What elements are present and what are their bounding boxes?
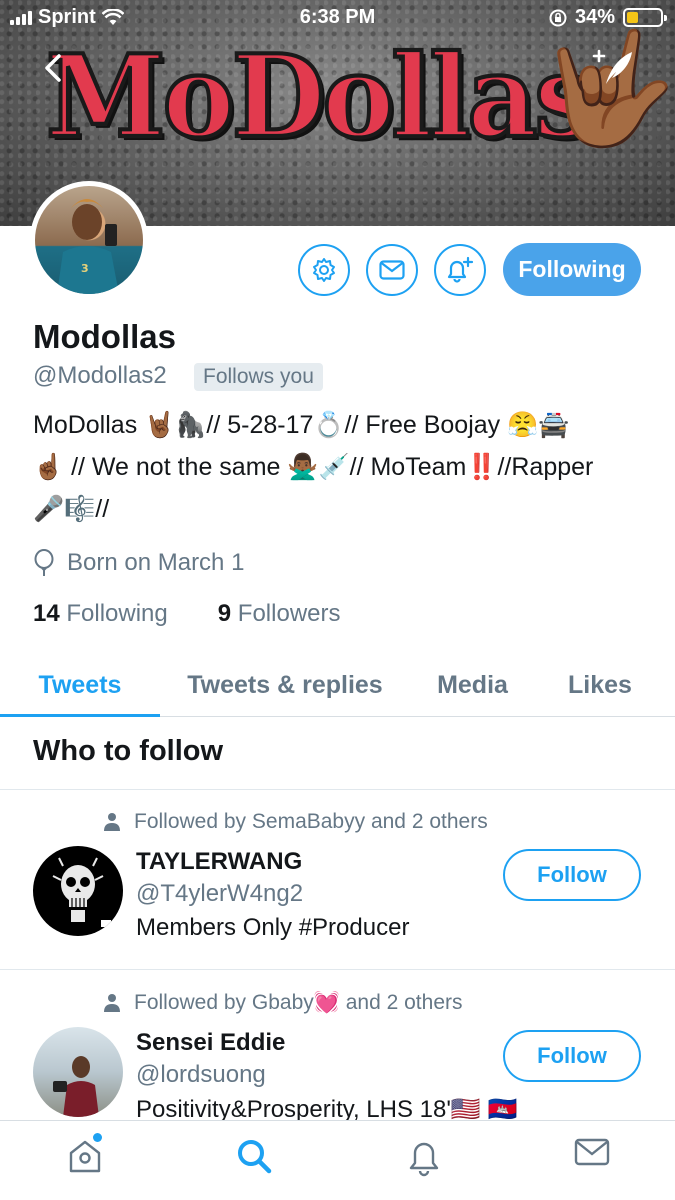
search-icon	[238, 1140, 272, 1174]
birthday-text: Born on March 1	[67, 549, 245, 576]
mail-icon	[574, 1138, 610, 1166]
who-to-follow-title: Who to follow	[33, 735, 224, 767]
nav-search[interactable]	[235, 1137, 273, 1180]
back-button[interactable]	[44, 50, 62, 93]
balloon-icon	[34, 549, 54, 576]
nav-notifications[interactable]	[405, 1137, 443, 1182]
nav-messages[interactable]	[574, 1137, 610, 1172]
profile-settings-button[interactable]	[298, 244, 350, 296]
following-label: Following	[66, 600, 168, 627]
gear-icon	[313, 258, 335, 282]
tab-likes[interactable]: Likes	[535, 655, 665, 716]
bio-line: MoDollas 🤘🏾🦍// 5-28-17💍// Free Boojay 😤🚔	[33, 411, 570, 439]
profile-avatar[interactable]: 3	[30, 181, 148, 299]
home-icon	[69, 1140, 101, 1173]
suggestion-bio: Members Only #Producer	[136, 914, 410, 941]
followers-count: 9	[217, 600, 232, 627]
bio-line: 🎤🎼//	[33, 495, 110, 523]
suggestion-handle: @lordsuong	[136, 1061, 266, 1088]
divider	[0, 789, 675, 790]
tab-tweets-and-replies[interactable]: Tweets & replies	[160, 655, 410, 716]
nav-home[interactable]	[66, 1137, 104, 1180]
svg-text:3: 3	[81, 262, 89, 275]
skull-logo-avatar	[52, 857, 111, 927]
suggestion-name[interactable]: TAYLERWANG	[136, 848, 302, 876]
new-content-dot	[93, 1133, 102, 1142]
compose-tweet-button[interactable]	[592, 48, 636, 93]
battery-icon	[623, 8, 667, 27]
profile-name: Modollas	[33, 318, 177, 355]
social-context-text: Followed by SemaBabyy and 2 others	[134, 810, 488, 833]
suggestion-name[interactable]: Sensei Eddie	[136, 1029, 285, 1057]
direct-message-button[interactable]	[366, 244, 418, 296]
suggestion-handle: @T4ylerW4ng2	[136, 880, 304, 907]
mail-icon	[379, 260, 405, 280]
person-icon	[104, 813, 120, 831]
person-icon	[104, 994, 120, 1012]
compose-tweet-icon	[592, 49, 632, 84]
profile-tabs: Tweets Tweets & replies Media Likes	[0, 655, 675, 717]
followers-stat[interactable]: 9 Followers	[218, 600, 341, 628]
social-context-text: Followed by Gbaby💓 and 2 others	[134, 991, 463, 1014]
bottom-tab-bar	[0, 1120, 675, 1200]
birthday-row: Born on March 1	[33, 549, 244, 577]
follows-you-badge: Follows you	[194, 363, 323, 391]
suggestion-avatar[interactable]	[33, 1027, 123, 1117]
followers-label: Followers	[237, 600, 341, 627]
follow-button[interactable]: Follow	[503, 1030, 641, 1082]
tab-tweets[interactable]: Tweets	[0, 655, 160, 717]
rotation-lock-icon	[549, 9, 567, 26]
profile-handle: @Modollas2	[33, 362, 167, 389]
following-stat[interactable]: 14 Following	[33, 600, 168, 628]
tab-media[interactable]: Media	[410, 655, 535, 716]
suggestion-social-context: Followed by Gbaby💓 and 2 others	[104, 991, 463, 1015]
profile-avatar-photo: 3	[57, 199, 119, 294]
suggestion-social-context: Followed by SemaBabyy and 2 others	[104, 810, 488, 834]
chevron-left-icon	[45, 54, 61, 82]
person-photo-avatar	[53, 1056, 99, 1117]
suggestion-avatar[interactable]	[33, 846, 123, 936]
divider	[0, 969, 675, 970]
status-bar: Sprint 6:38 PM 34%	[0, 0, 675, 36]
following-count: 14	[33, 600, 60, 627]
banner-artwork-lettering: MoDollas	[44, 29, 597, 165]
notifications-toggle-button[interactable]	[434, 244, 486, 296]
bio-line: ☝🏾 // We not the same 🙅🏾‍♂️💉// MoTeam‼️/…	[33, 453, 594, 481]
follow-button[interactable]: Follow	[503, 849, 641, 901]
follow-stats: 14 Following 9 Followers	[33, 600, 341, 628]
battery-percent: 34%	[574, 6, 615, 28]
bell-plus-icon	[447, 256, 474, 283]
following-button[interactable]: Following	[503, 243, 641, 296]
profile-bio: MoDollas 🤘🏾🦍// 5-28-17💍// Free Boojay 😤🚔…	[33, 404, 643, 530]
bell-icon	[409, 1142, 439, 1177]
